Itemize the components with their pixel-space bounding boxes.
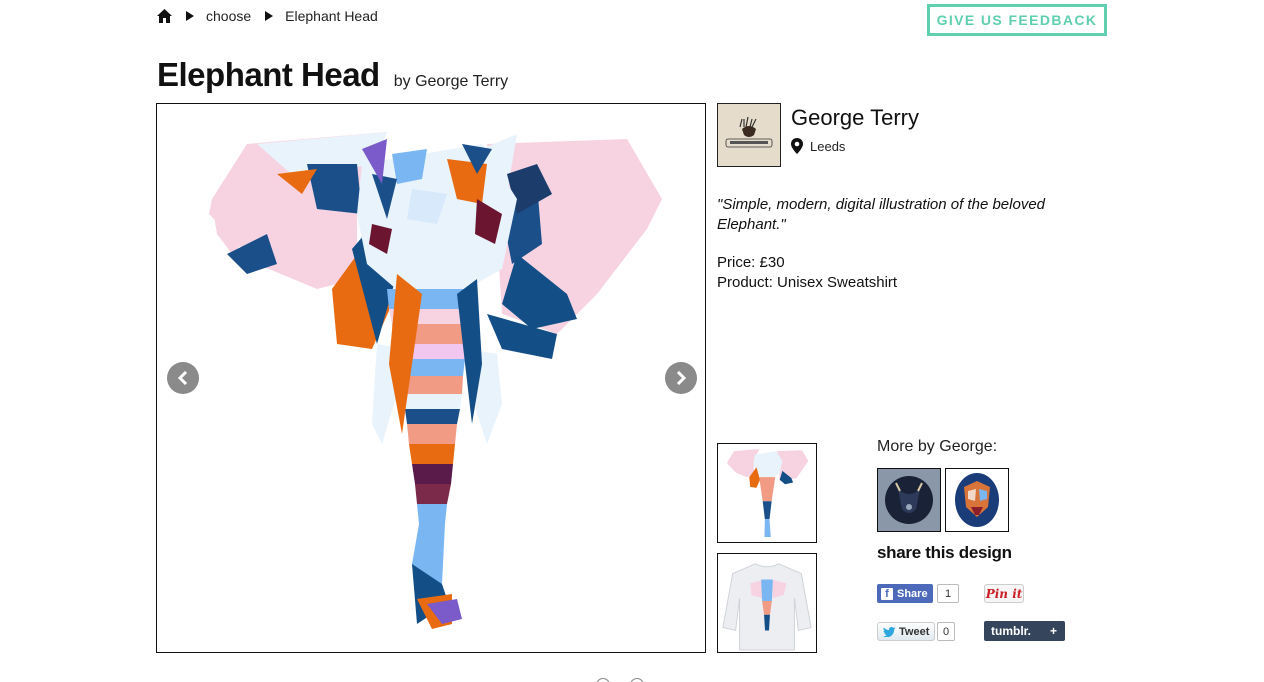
- artist-info: George Terry Leeds: [791, 105, 919, 167]
- design-description: "Simple, modern, digital illustration of…: [717, 196, 1046, 233]
- product-type-text: Product: Unisex Sweatshirt: [717, 274, 898, 291]
- page-title: Elephant Head: [157, 56, 380, 93]
- map-pin-icon: [791, 138, 803, 154]
- tumblr-label: tumblr.: [991, 624, 1032, 638]
- artist-location: Leeds: [791, 138, 919, 154]
- elephant-artwork: [209, 132, 662, 629]
- facebook-share-button[interactable]: f Share: [877, 584, 933, 603]
- sweatshirt-thumbnail: [722, 563, 812, 651]
- design-viewer: [156, 103, 706, 653]
- artist-avatar[interactable]: [717, 103, 781, 167]
- chevron-right-icon: [676, 371, 687, 385]
- bull-artwork-thumbnail: [885, 476, 933, 524]
- location-label: Leeds: [810, 138, 846, 154]
- breadcrumb-link-choose[interactable]: choose: [206, 8, 251, 24]
- carousel-dot[interactable]: [630, 678, 644, 682]
- breadcrumb-separator-icon: [265, 11, 274, 21]
- title-row: Elephant Head by George Terry: [157, 56, 508, 94]
- thumbnail-artwork[interactable]: [717, 443, 817, 543]
- facebook-icon: f: [881, 587, 893, 600]
- next-image-button[interactable]: [665, 362, 697, 394]
- byline: by George Terry: [393, 73, 509, 90]
- carousel-dots: [596, 678, 664, 682]
- product-details: Price: £30 Product: Unisex Sweatshirt: [717, 253, 897, 293]
- pinterest-button[interactable]: Pin it: [984, 584, 1024, 603]
- breadcrumb: choose Elephant Head: [157, 7, 378, 25]
- facebook-share-count: 1: [937, 584, 959, 603]
- feedback-button[interactable]: GIVE US FEEDBACK: [927, 4, 1107, 36]
- breadcrumb-separator-icon: [186, 11, 194, 21]
- artist-logo: [725, 116, 773, 148]
- elephant-thumbnail: [727, 449, 809, 537]
- price-text: Price: £30: [717, 254, 785, 271]
- more-by-artist-label: More by George:: [877, 438, 998, 455]
- more-design-thumbnail[interactable]: [877, 468, 941, 532]
- share-heading: share this design: [877, 543, 1012, 562]
- breadcrumb-current: Elephant Head: [285, 8, 378, 24]
- carousel-dot[interactable]: [596, 678, 610, 682]
- home-icon[interactable]: [157, 9, 172, 23]
- twitter-bird-icon: [883, 626, 896, 637]
- thumbnail-sweatshirt[interactable]: [717, 553, 817, 653]
- tweet-count: 0: [937, 622, 956, 641]
- previous-image-button[interactable]: [167, 362, 199, 394]
- facebook-share-label: Share: [897, 587, 928, 600]
- tweet-label: Tweet: [899, 625, 930, 638]
- tweet-button[interactable]: Tweet: [877, 622, 936, 641]
- artist-name[interactable]: George Terry: [791, 105, 919, 131]
- tumblr-share-button[interactable]: tumblr. +: [984, 621, 1065, 641]
- artist-card: George Terry Leeds: [717, 103, 919, 167]
- chevron-left-icon: [177, 371, 188, 385]
- portrait-artwork-thumbnail: [955, 473, 999, 527]
- more-design-thumbnail[interactable]: [945, 468, 1009, 532]
- plus-icon: +: [1049, 624, 1057, 638]
